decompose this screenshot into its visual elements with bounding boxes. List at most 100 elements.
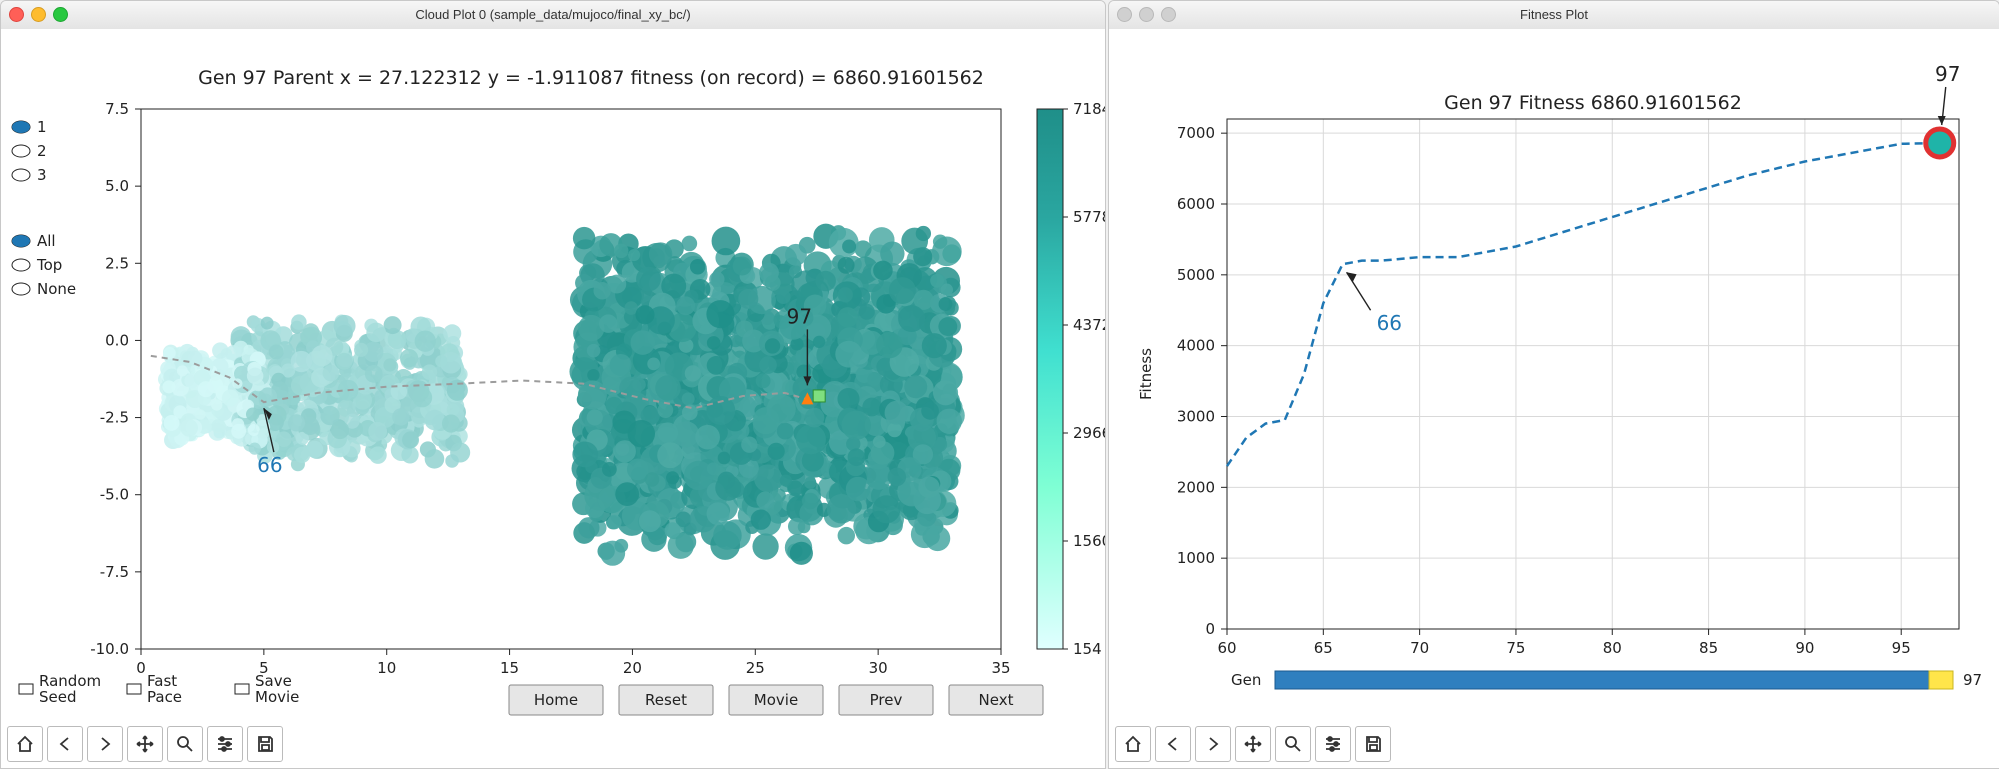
svg-text:5.0: 5.0	[105, 177, 129, 195]
svg-text:1: 1	[37, 118, 47, 136]
svg-text:30: 30	[869, 659, 888, 677]
colorbar: 154 1560 2966 4372 5778 7184	[1037, 100, 1105, 658]
window-titlebar[interactable]: Cloud Plot 0 (sample_data/mujoco/final_x…	[1, 1, 1105, 30]
zoom-icon[interactable]	[167, 726, 203, 762]
slider-value: 97	[1963, 671, 1982, 689]
svg-text:3000: 3000	[1177, 408, 1215, 426]
svg-text:7184: 7184	[1073, 100, 1105, 118]
svg-text:95: 95	[1892, 639, 1911, 657]
svg-text:6000: 6000	[1177, 195, 1215, 213]
svg-text:Gen: Gen	[1231, 671, 1261, 689]
svg-text:0.0: 0.0	[105, 331, 129, 349]
minimize-icon[interactable]	[1139, 7, 1154, 22]
svg-text:60: 60	[1217, 639, 1236, 657]
window-title: Fitness Plot	[1520, 7, 1588, 22]
x-axis: 6065707580859095	[1217, 629, 1910, 657]
svg-text:2966: 2966	[1073, 424, 1105, 442]
fitness-plot-body: 97Gen 97 Fitness 6860.916015626065707580…	[1109, 29, 1999, 768]
child-marker	[813, 390, 825, 402]
svg-text:80: 80	[1603, 639, 1622, 657]
cloud-plot-body: Gen 97 Parent x = 27.122312 y = -1.91108…	[1, 29, 1105, 768]
plot-buttons: Home Reset Movie Prev Next	[509, 685, 1043, 715]
config-icon[interactable]	[1315, 726, 1351, 762]
svg-text:-7.5: -7.5	[100, 563, 129, 581]
plot-title: Gen 97 Fitness 6860.91601562	[1444, 92, 1742, 114]
top-annot-97: 97	[1935, 62, 1960, 86]
svg-text:85: 85	[1699, 639, 1718, 657]
svg-text:90: 90	[1795, 639, 1814, 657]
svg-text:-2.5: -2.5	[100, 409, 129, 427]
svg-text:Prev: Prev	[870, 691, 903, 709]
svg-text:2.5: 2.5	[105, 254, 129, 272]
svg-text:-5.0: -5.0	[100, 486, 129, 504]
home-button[interactable]: Home	[509, 685, 603, 715]
axes-frame	[1227, 119, 1959, 629]
prev-button[interactable]: Prev	[839, 685, 933, 715]
svg-text:Home: Home	[534, 691, 578, 709]
svg-text:All: All	[37, 232, 56, 250]
back-icon[interactable]	[47, 726, 83, 762]
save-icon[interactable]	[1355, 726, 1391, 762]
cloud-plot-svg: Gen 97 Parent x = 27.122312 y = -1.91108…	[1, 29, 1105, 724]
reset-button[interactable]: Reset	[619, 685, 713, 715]
config-icon[interactable]	[207, 726, 243, 762]
fitness-plot-window: Fitness Plot 97 Gen 97 Fitness 6860.91601…	[1108, 0, 1999, 769]
svg-text:None: None	[37, 280, 76, 298]
radio-size: 123	[5, 109, 75, 189]
mpl-toolbar	[7, 726, 283, 762]
pan-icon[interactable]	[127, 726, 163, 762]
window-titlebar[interactable]: Fitness Plot	[1109, 1, 1999, 30]
svg-text:35: 35	[991, 659, 1010, 677]
mpl-toolbar	[1115, 726, 1391, 762]
home-icon[interactable]	[7, 726, 43, 762]
svg-text:4372: 4372	[1073, 316, 1105, 334]
svg-text:70: 70	[1410, 639, 1429, 657]
fitness-plot-svg: 97Gen 97 Fitness 6860.916015626065707580…	[1109, 29, 1999, 724]
zoom-icon[interactable]	[53, 7, 68, 22]
check-random[interactable]: RandomSeed	[19, 672, 101, 706]
svg-text:20: 20	[623, 659, 642, 677]
svg-text:15: 15	[500, 659, 519, 677]
forward-icon[interactable]	[1195, 726, 1231, 762]
annot-66: 66	[1377, 311, 1402, 335]
save-icon[interactable]	[247, 726, 283, 762]
svg-text:0: 0	[136, 659, 146, 677]
fitness-line	[1227, 143, 1940, 466]
svg-text:Seed: Seed	[39, 688, 77, 706]
window-title: Cloud Plot 0 (sample_data/mujoco/final_x…	[415, 7, 690, 22]
forward-icon[interactable]	[87, 726, 123, 762]
svg-text:Pace: Pace	[147, 688, 182, 706]
zoom-icon[interactable]	[1275, 726, 1311, 762]
check-save[interactable]: SaveMovie	[235, 672, 299, 706]
svg-text:5000: 5000	[1177, 266, 1215, 284]
svg-text:2000: 2000	[1177, 478, 1215, 496]
gen-slider[interactable]: Gen 97	[1231, 671, 1982, 689]
close-icon[interactable]	[1117, 7, 1132, 22]
next-button[interactable]: Next	[949, 685, 1043, 715]
grid	[1227, 119, 1959, 629]
cloud-plot-window: Cloud Plot 0 (sample_data/mujoco/final_x…	[0, 0, 1106, 769]
y-label: Fitness	[1137, 348, 1155, 400]
svg-text:10: 10	[377, 659, 396, 677]
slider-handle[interactable]	[1929, 671, 1953, 689]
svg-text:5778: 5778	[1073, 208, 1105, 226]
y-axis: -10.0-7.5-5.0-2.50.02.55.07.5	[90, 100, 141, 658]
svg-text:154: 154	[1073, 640, 1102, 658]
minimize-icon[interactable]	[31, 7, 46, 22]
pan-icon[interactable]	[1235, 726, 1271, 762]
zoom-icon[interactable]	[1161, 7, 1176, 22]
radio-filter-option-none[interactable]: None	[12, 280, 76, 298]
close-icon[interactable]	[9, 7, 24, 22]
svg-text:Movie: Movie	[754, 691, 798, 709]
radio-filter-option-top[interactable]: Top	[12, 256, 62, 274]
movie-button[interactable]: Movie	[729, 685, 823, 715]
svg-text:1560: 1560	[1073, 532, 1105, 550]
plot-title: Gen 97 Parent x = 27.122312 y = -1.91108…	[198, 67, 984, 89]
highlight-marker	[1926, 129, 1954, 157]
check-fast[interactable]: FastPace	[127, 672, 182, 706]
home-icon[interactable]	[1115, 726, 1151, 762]
svg-text:7000: 7000	[1177, 124, 1215, 142]
svg-text:97: 97	[787, 304, 812, 328]
back-icon[interactable]	[1155, 726, 1191, 762]
svg-text:Reset: Reset	[645, 691, 687, 709]
